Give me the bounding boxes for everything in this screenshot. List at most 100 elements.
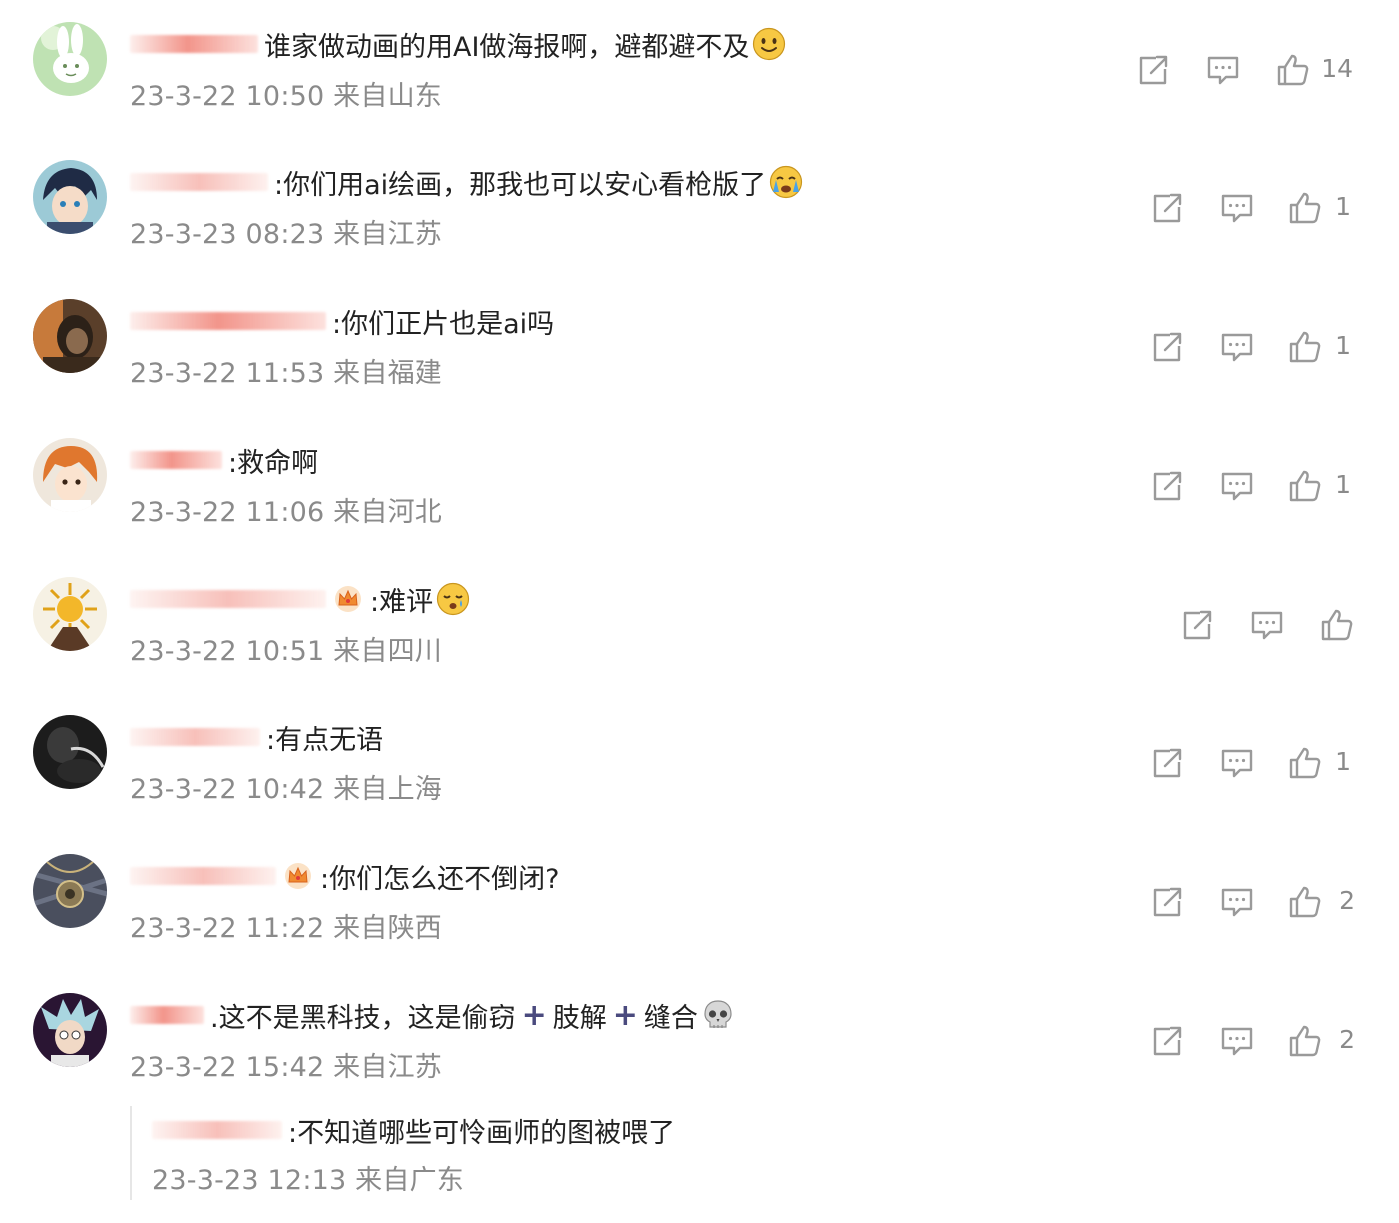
location: 来自山东 (333, 81, 442, 112)
comment-text-line: :你们正片也是ai吗 (130, 299, 554, 343)
like-count: 14 (1321, 54, 1353, 83)
comment-text-line: :你们用ai绘画，那我也可以安心看枪版了 (130, 160, 803, 204)
comment-item: .这不是黑科技，这是偷窃 + 肢解 + 缝合 23-3-22 15:42 来自江… (0, 971, 1399, 1109)
comment-icon[interactable] (1219, 329, 1255, 365)
comment-meta: 23-3-23 08:23 来自江苏 (130, 212, 442, 251)
timestamp: 23-3-22 11:53 (130, 358, 325, 389)
rick-avatar[interactable] (33, 993, 107, 1067)
comment-text: :你们正片也是ai吗 (332, 308, 555, 340)
location: 来自陕西 (333, 913, 442, 944)
comment-text: :有点无语 (266, 724, 384, 756)
comment-item: :你们怎么还不倒闭? 23-3-22 11:22 来自陕西 2 (0, 832, 1399, 970)
location: 来自广东 (355, 1165, 464, 1196)
sun-volcano-avatar[interactable] (33, 577, 107, 651)
thumbs-up-icon[interactable] (1287, 745, 1323, 781)
redacted-username[interactable] (130, 867, 276, 885)
like-count: 2 (1339, 1025, 1355, 1054)
dark-portrait-avatar[interactable] (33, 299, 107, 373)
comment-text: :救命啊 (228, 447, 319, 479)
comment-icon[interactable] (1249, 607, 1285, 643)
comment-text: :你们用ai绘画，那我也可以安心看枪版了 (274, 169, 767, 201)
thumbs-up-icon[interactable] (1287, 468, 1323, 504)
thumbs-up-icon[interactable] (1319, 607, 1355, 643)
redacted-username[interactable] (130, 590, 326, 608)
reply-text-line: :不知道哪些可怜画师的图被喂了 (152, 1108, 675, 1152)
sleepy-emoji (436, 582, 470, 616)
comment-icon[interactable] (1219, 468, 1255, 504)
redacted-username[interactable] (130, 1006, 204, 1024)
reply-text: :不知道哪些可怜画师的图被喂了 (288, 1117, 676, 1149)
rabbit-avatar[interactable] (33, 22, 107, 96)
reply-meta: 23-3-23 12:13 来自广东 (152, 1158, 464, 1197)
comment-text-line: 谁家做动画的用AI做海报啊，避都避不及 (130, 22, 786, 66)
share-icon[interactable] (1149, 468, 1185, 504)
comment-text: :难评 (370, 586, 434, 618)
share-icon[interactable] (1179, 607, 1215, 643)
anime-boy-avatar[interactable] (33, 160, 107, 234)
plus-icon: + (521, 997, 547, 1033)
thumbs-up-icon[interactable] (1287, 884, 1323, 920)
crying-emoji (769, 165, 803, 199)
comment-text-line: .这不是黑科技，这是偷窃 + 肢解 + 缝合 (130, 993, 735, 1037)
redacted-username[interactable] (130, 173, 268, 191)
comment-text: 缝合 (643, 1002, 698, 1034)
share-icon[interactable] (1149, 329, 1185, 365)
dark-figure-avatar[interactable] (33, 715, 107, 789)
comment-meta: 23-3-22 10:51 来自四川 (130, 629, 442, 668)
timestamp: 23-3-22 11:06 (130, 497, 325, 528)
like-count: 1 (1335, 192, 1351, 221)
like-count: 1 (1335, 331, 1351, 360)
comment-meta: 23-3-22 15:42 来自江苏 (130, 1045, 442, 1084)
location: 来自江苏 (333, 219, 442, 250)
timestamp: 23-3-22 11:22 (130, 913, 325, 944)
location: 来自上海 (333, 774, 442, 805)
thumbs-up-icon[interactable] (1287, 329, 1323, 365)
comment-text-line: :救命啊 (130, 438, 318, 482)
comment-icon[interactable] (1219, 884, 1255, 920)
comment-item: 谁家做动画的用AI做海报啊，避都避不及 23-3-22 10:50 来自山东 1… (0, 0, 1399, 138)
share-icon[interactable] (1149, 1023, 1185, 1059)
orange-hair-avatar[interactable] (33, 438, 107, 512)
redacted-username[interactable] (152, 1121, 282, 1139)
crown-icon (334, 585, 362, 613)
comment-icon[interactable] (1219, 1023, 1255, 1059)
comment-meta: 23-3-22 11:22 来自陕西 (130, 906, 442, 945)
comment-text-line: :你们怎么还不倒闭? (130, 854, 559, 898)
location: 来自江苏 (333, 1052, 442, 1083)
comment-text-line: :难评 (130, 577, 470, 621)
comment-meta: 23-3-22 10:50 来自山东 (130, 74, 442, 113)
thumbs-up-icon[interactable] (1275, 52, 1311, 88)
comment-item: :难评 23-3-22 10:51 来自四川 (0, 555, 1399, 693)
share-icon[interactable] (1135, 52, 1171, 88)
thumbs-up-icon[interactable] (1287, 1023, 1323, 1059)
like-count: 1 (1335, 747, 1351, 776)
redacted-username[interactable] (130, 728, 260, 746)
like-count: 1 (1335, 470, 1351, 499)
share-icon[interactable] (1149, 884, 1185, 920)
comment-text: 谁家做动画的用AI做海报啊，避都避不及 (264, 31, 750, 63)
redacted-username[interactable] (130, 451, 222, 469)
share-icon[interactable] (1149, 190, 1185, 226)
pendant-avatar[interactable] (33, 854, 107, 928)
share-icon[interactable] (1149, 745, 1185, 781)
comment-icon[interactable] (1205, 52, 1241, 88)
comment-item: :救命啊 23-3-22 11:06 来自河北 1 (0, 416, 1399, 554)
comment-text: .这不是黑科技，这是偷窃 (210, 1002, 516, 1034)
thumbs-up-icon[interactable] (1287, 190, 1323, 226)
like-count: 2 (1339, 886, 1355, 915)
crown-icon (284, 862, 312, 890)
timestamp: 23-3-22 10:51 (130, 636, 325, 667)
location: 来自河北 (333, 497, 442, 528)
timestamp: 23-3-23 12:13 (152, 1165, 347, 1196)
comment-item: :你们用ai绘画，那我也可以安心看枪版了 23-3-23 08:23 来自江苏 … (0, 138, 1399, 276)
timestamp: 23-3-22 10:42 (130, 774, 325, 805)
comment-text-line: :有点无语 (130, 715, 383, 759)
redacted-username[interactable] (130, 312, 326, 330)
comment-item: :你们正片也是ai吗 23-3-22 11:53 来自福建 1 (0, 277, 1399, 415)
comment-icon[interactable] (1219, 190, 1255, 226)
skull-emoji (701, 998, 735, 1032)
comment-meta: 23-3-22 10:42 来自上海 (130, 767, 442, 806)
comment-icon[interactable] (1219, 745, 1255, 781)
redacted-username[interactable] (130, 35, 258, 53)
location: 来自四川 (333, 636, 442, 667)
